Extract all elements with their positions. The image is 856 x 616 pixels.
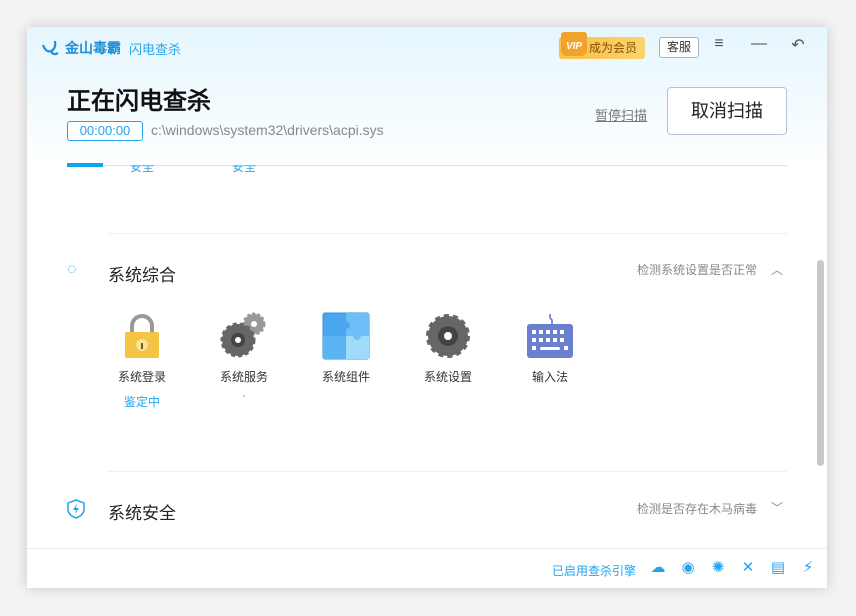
item-label: 系统登录	[117, 370, 166, 384]
chevron-down-icon[interactable]: ﹀	[771, 499, 783, 516]
puzzle-icon	[322, 312, 370, 360]
brand-name: 金山毒霸	[65, 40, 121, 56]
shutter-engine-icon[interactable]: ✺	[709, 559, 727, 577]
gears-icon	[220, 312, 268, 360]
divider	[108, 471, 787, 472]
tab-label[interactable]: 安全	[232, 165, 256, 175]
scan-item-settings: 系统设置	[408, 312, 488, 385]
menu-icon[interactable]: ≡	[709, 35, 729, 53]
pause-scan-link[interactable]: 暂停扫描	[595, 105, 647, 124]
scan-item-components: 系统组件	[306, 312, 386, 385]
vip-crown-icon: VIP	[561, 32, 587, 56]
minimize-icon[interactable]: —	[749, 35, 769, 53]
item-label: 系统服务	[219, 370, 268, 384]
scan-item-services: 系统服务 `	[204, 312, 284, 407]
scrollbar[interactable]	[817, 260, 824, 466]
tools-engine-icon[interactable]: ✕	[739, 559, 757, 577]
elapsed-timer: 00:00:00	[67, 121, 143, 141]
tab-divider	[67, 165, 787, 166]
tab-label[interactable]: 安全	[130, 165, 154, 175]
item-label: 输入法	[531, 370, 568, 384]
item-status: 鉴定中	[123, 395, 160, 409]
app-logo: 金山毒霸 闪电查杀	[41, 38, 181, 58]
item-label: 系统组件	[321, 370, 370, 384]
section-title: 系统安全	[108, 504, 176, 523]
tab-active-indicator	[67, 163, 103, 167]
app-window: 金山毒霸 闪电查杀 VIP 成为会员 客服 ≡ — ↶ 正在闪电查杀 00:00…	[27, 27, 827, 588]
item-label: 系统设置	[423, 370, 472, 384]
back-icon[interactable]: ↶	[788, 35, 808, 55]
divider	[108, 233, 787, 234]
section-title: 系统综合	[108, 266, 176, 285]
disc-engine-icon[interactable]: ◉	[679, 559, 697, 577]
keyboard-icon	[526, 312, 574, 360]
page-title: 正在闪电查杀	[67, 88, 211, 115]
cancel-scan-button[interactable]: 取消扫描	[667, 87, 787, 135]
usb-engine-icon[interactable]: ⚡	[799, 559, 817, 577]
footer: 已启用查杀引擎 ☁ ◉ ✺ ✕ ▤ ⚡	[27, 548, 827, 588]
item-status: `	[242, 393, 246, 407]
scan-item-login: 系统登录 鉴定中	[102, 312, 182, 410]
current-file-path: c:\windows\system32\drivers\acpi.sys	[151, 122, 384, 138]
logo-icon	[41, 40, 59, 56]
vip-button[interactable]: VIP 成为会员	[559, 32, 645, 59]
engine-status: 已启用查杀引擎	[552, 564, 637, 578]
scan-item-ime: 输入法	[510, 312, 590, 385]
gear-icon	[424, 312, 472, 360]
shield-icon	[67, 499, 85, 524]
customer-service-button[interactable]: 客服	[659, 37, 699, 58]
section-desc: 检测系统设置是否正常	[636, 263, 757, 277]
lock-icon	[118, 312, 166, 360]
document-engine-icon[interactable]: ▤	[769, 559, 787, 577]
section-desc: 检测是否存在木马病毒	[636, 502, 757, 516]
loading-icon: ◌	[67, 261, 77, 278]
vip-label: 成为会员	[589, 41, 638, 55]
module-name: 闪电查杀	[129, 41, 182, 57]
cloud-engine-icon[interactable]: ☁	[649, 559, 667, 577]
chevron-up-icon[interactable]: ︿	[771, 261, 783, 278]
